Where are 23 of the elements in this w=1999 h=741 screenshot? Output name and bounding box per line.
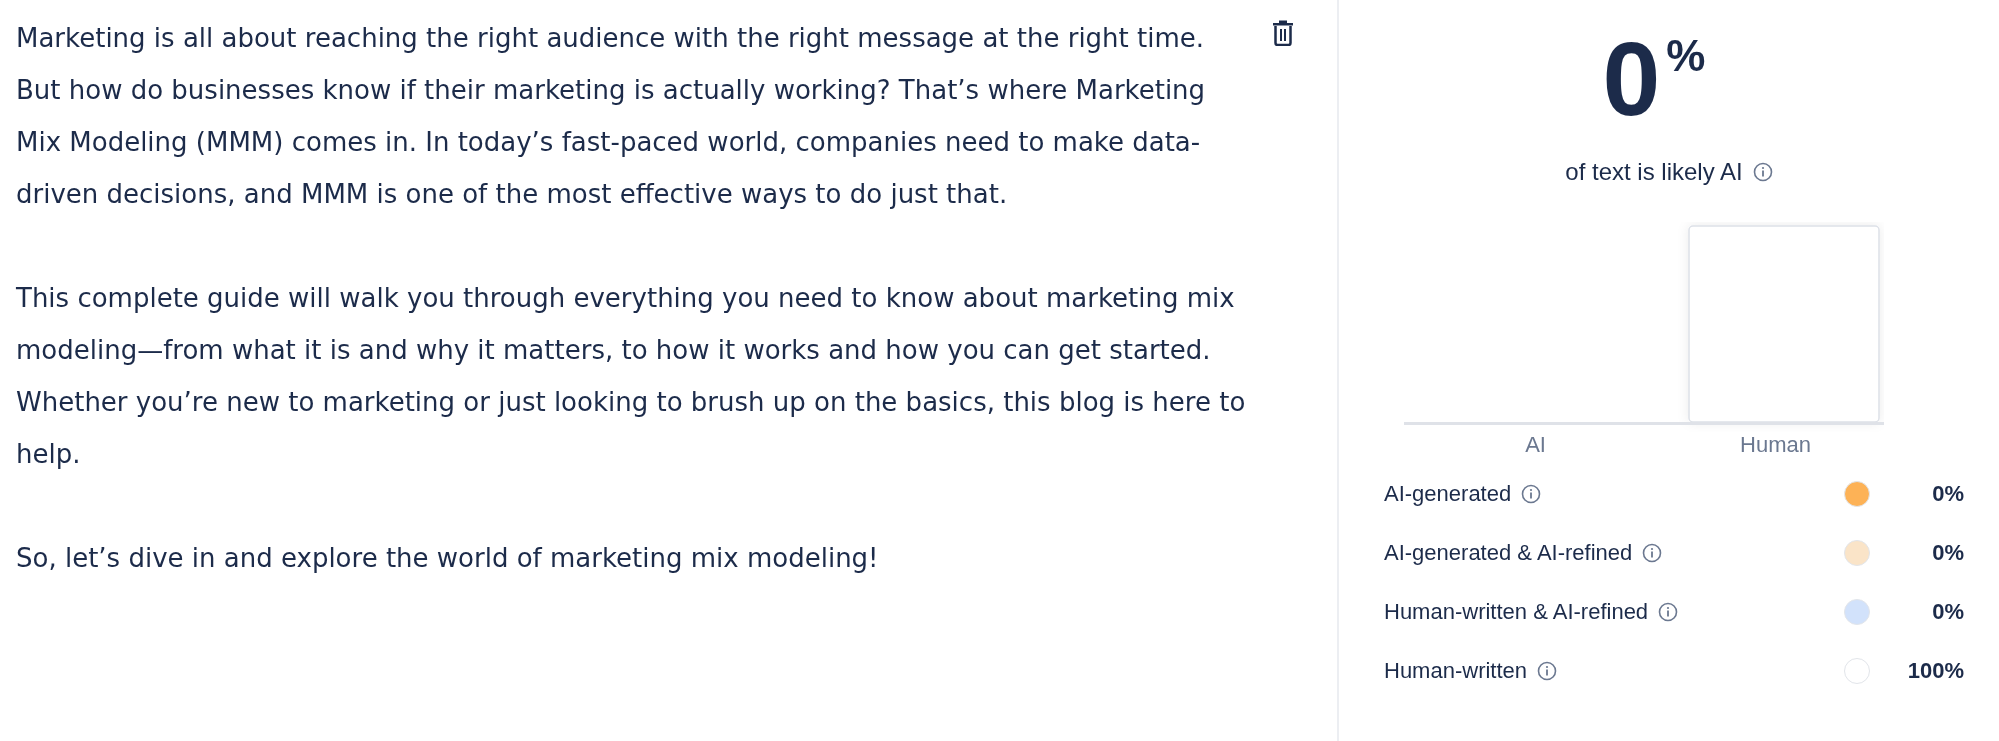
ai-score: 0	[1602, 36, 1661, 122]
axis-label: Human	[1739, 432, 1812, 458]
info-icon[interactable]	[1752, 162, 1773, 182]
legend-value: 0%	[1931, 598, 1964, 625]
legend-label: AI-generated	[1384, 480, 1512, 507]
info-icon[interactable]	[1521, 483, 1542, 504]
info-icon[interactable]	[1537, 660, 1558, 681]
axis-label: AI	[1524, 432, 1547, 458]
paragraph: So, let’s dive in and explore the world of marketing mix modeling!	[16, 542, 880, 575]
delete-button[interactable]	[1270, 18, 1296, 48]
percent-sign: %	[1666, 36, 1706, 76]
paragraph: Marketing is all about reaching the right audience with the right message at the right time. But how do businesses know if their marketing is actually working? That’s where Marketing Mix Modeling (MMM) comes in. In today’s fast-paced world, companies need to make data-driven decisions, and MMM is one of the most effective ways to do just that.	[16, 22, 1207, 211]
legend-value: 100%	[1906, 657, 1964, 684]
score-caption: of text is likely AI	[1565, 158, 1743, 186]
legend-value: 0%	[1931, 480, 1964, 507]
legend-value: 0%	[1931, 539, 1964, 566]
info-icon[interactable]	[1642, 542, 1663, 563]
trash-icon	[1272, 20, 1294, 46]
paragraph: This complete guide will walk you through everything you need to know about marketing mix modeling—from what it is and why it matters, to how it works and how you can get started. Whether you’re new to marketing or just looking to brush up on the basics, this blog is here to help.	[16, 282, 1247, 471]
info-icon[interactable]	[1658, 601, 1679, 622]
legend-label: AI-generated & AI-refined	[1384, 539, 1633, 566]
legend-label: Human-written & AI-refined	[1384, 598, 1649, 625]
legend-label: Human-written	[1384, 657, 1528, 684]
